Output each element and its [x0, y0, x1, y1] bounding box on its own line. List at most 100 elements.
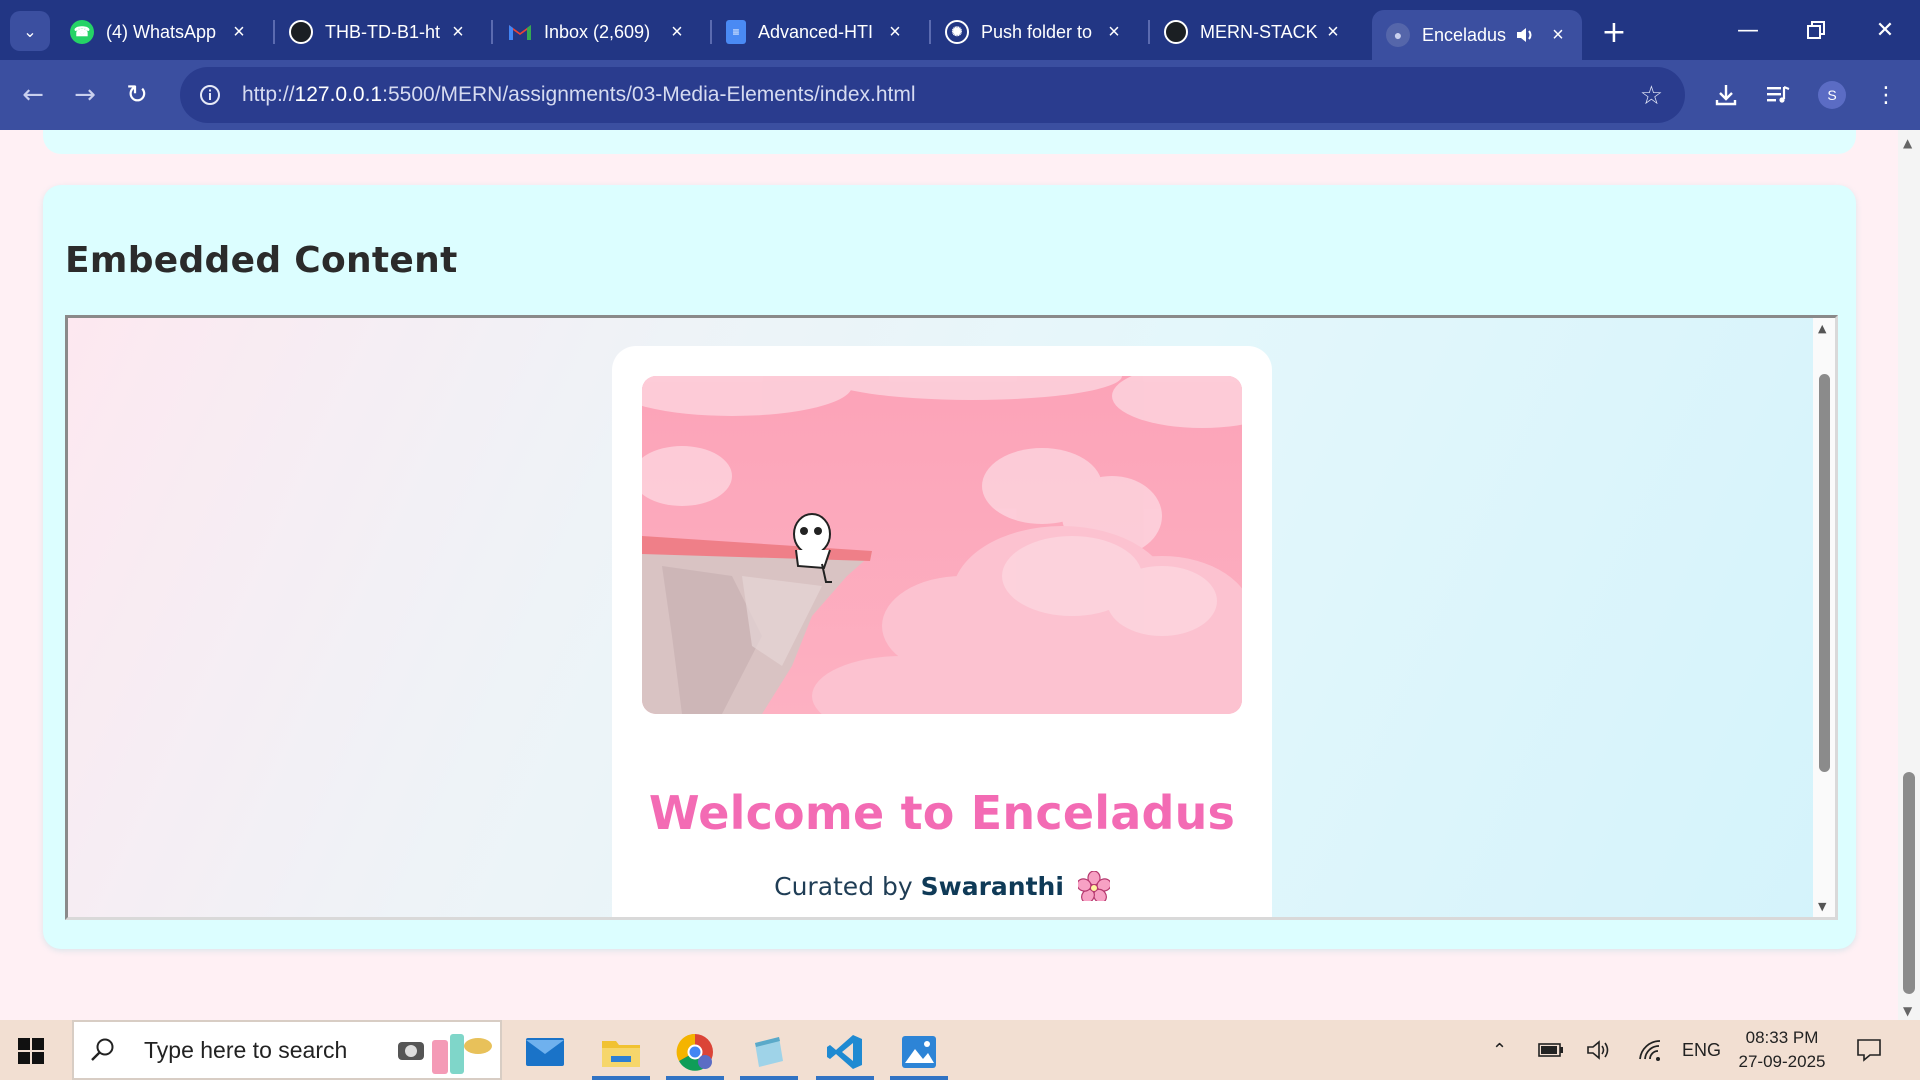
- restore-icon: [1807, 21, 1825, 39]
- github-icon: [1164, 20, 1188, 44]
- github-icon: [289, 20, 313, 44]
- close-icon[interactable]: ×: [446, 20, 470, 44]
- vscode-icon: [827, 1035, 862, 1069]
- tab-title: Advanced-HTI: [758, 21, 874, 42]
- bookmark-star-icon[interactable]: ☆: [1640, 81, 1663, 111]
- volume-control[interactable]: [1586, 1020, 1612, 1080]
- embedded-content-section: Embedded Content Welcome to Enceladus Cu…: [43, 185, 1856, 949]
- close-icon[interactable]: ×: [883, 20, 907, 44]
- system-clock[interactable]: 08:33 PM 27-09-2025: [1732, 1026, 1832, 1074]
- scroll-up-icon[interactable]: ▲: [1903, 136, 1912, 150]
- iframe-scrollbar[interactable]: ▲ ▼: [1813, 318, 1835, 917]
- taskbar-notes-app[interactable]: [736, 1024, 802, 1080]
- battery-icon: [1538, 1043, 1563, 1057]
- tab-whatsapp[interactable]: ☎ (4) WhatsApp ×: [56, 10, 263, 54]
- taskbar-mail[interactable]: [512, 1024, 578, 1080]
- wifi-icon: [1639, 1040, 1661, 1061]
- taskbar-chrome[interactable]: [662, 1024, 728, 1080]
- close-icon[interactable]: ×: [665, 20, 689, 44]
- scroll-up-icon[interactable]: ▲: [1818, 322, 1826, 335]
- scroll-down-icon[interactable]: ▼: [1903, 1004, 1912, 1018]
- url-text[interactable]: http://127.0.0.1:5500/MERN/assignments/0…: [242, 83, 916, 107]
- close-icon: ✕: [1875, 17, 1895, 43]
- new-tab-button[interactable]: +: [1596, 14, 1632, 50]
- scroll-down-icon[interactable]: ▼: [1818, 900, 1826, 913]
- page-viewport: Embedded Content Welcome to Enceladus Cu…: [0, 130, 1898, 1020]
- tab-gmail[interactable]: Inbox (2,609) ×: [494, 10, 701, 54]
- tab-github-thb[interactable]: THB-TD-B1-ht ×: [275, 10, 482, 54]
- folder-icon: [602, 1041, 640, 1067]
- mail-icon: [526, 1038, 564, 1066]
- windows-start-icon[interactable]: [18, 1038, 44, 1064]
- previous-section-card: [43, 130, 1856, 154]
- close-icon[interactable]: ×: [1546, 23, 1570, 47]
- back-button[interactable]: ←: [12, 74, 54, 116]
- browser-toolbar: ← → ↻ http://127.0.0.1:5500/MERN/assignm…: [0, 60, 1920, 130]
- tab-title: MERN-STACK: [1200, 21, 1318, 42]
- more-menu-icon[interactable]: ⋮: [1868, 77, 1904, 113]
- profile-avatar[interactable]: S: [1818, 81, 1846, 109]
- reload-button[interactable]: ↻: [116, 74, 158, 116]
- embedded-iframe[interactable]: Welcome to Enceladus Curated by Swaranth…: [65, 315, 1838, 920]
- close-icon[interactable]: ×: [1102, 20, 1126, 44]
- whatsapp-icon: ☎: [70, 20, 94, 44]
- chatgpt-icon: ✺: [945, 20, 969, 44]
- site-info-icon[interactable]: [192, 77, 228, 113]
- notification-center[interactable]: [1856, 1020, 1882, 1080]
- downloads-icon[interactable]: [1708, 77, 1744, 113]
- battery-indicator[interactable]: [1538, 1020, 1564, 1080]
- section-title: Embedded Content: [65, 240, 458, 281]
- chevron-down-icon: ⌄: [23, 21, 37, 41]
- arrow-left-icon: ←: [22, 80, 44, 110]
- active-indicator: [890, 1076, 948, 1080]
- photos-icon: [902, 1036, 936, 1068]
- tab-search-button[interactable]: ⌄: [10, 11, 50, 51]
- curator-name: Swaranthi: [920, 872, 1064, 901]
- windows-taskbar: Type here to search ⌃ ENG 08:33 PM 27-09…: [0, 1020, 1920, 1080]
- taskbar-file-explorer[interactable]: [588, 1024, 654, 1080]
- close-icon[interactable]: ×: [227, 20, 251, 44]
- tab-chatgpt[interactable]: ✺ Push folder to ×: [931, 10, 1138, 54]
- active-indicator: [666, 1076, 724, 1080]
- taskbar-search[interactable]: Type here to search: [72, 1020, 502, 1080]
- forward-button[interactable]: →: [64, 74, 106, 116]
- close-window-button[interactable]: ✕: [1855, 10, 1915, 50]
- page-scrollbar[interactable]: ▲ ▼: [1898, 130, 1920, 1020]
- browser-tabstrip: ⌄ ☎ (4) WhatsApp × THB-TD-B1-ht × Inbox …: [0, 0, 1920, 60]
- globe-icon: ●: [1386, 23, 1410, 47]
- taskbar-vscode[interactable]: [812, 1024, 878, 1080]
- tab-github-mern[interactable]: MERN-STACK ×: [1150, 10, 1357, 54]
- notification-icon: [1857, 1039, 1881, 1062]
- travel-doodle-icon: [398, 1034, 492, 1074]
- volume-icon: [1587, 1040, 1609, 1060]
- plus-icon: +: [1601, 14, 1627, 50]
- tab-title: Inbox (2,609): [544, 21, 651, 42]
- search-icon: [91, 1038, 114, 1061]
- search-placeholder: Type here to search: [144, 1036, 348, 1063]
- address-bar[interactable]: http://127.0.0.1:5500/MERN/assignments/0…: [180, 67, 1685, 123]
- taskbar-photos[interactable]: [886, 1024, 952, 1080]
- show-hidden-icons[interactable]: ⌃: [1492, 1020, 1507, 1080]
- url-host: 127.0.0.1: [294, 83, 383, 106]
- minimize-icon: —: [1737, 17, 1759, 43]
- clock-date: 27-09-2025: [1738, 1052, 1826, 1071]
- media-controls-icon[interactable]: [1760, 77, 1796, 113]
- close-icon[interactable]: ×: [1321, 20, 1345, 44]
- restore-button[interactable]: [1786, 10, 1846, 50]
- iframe-scroll-thumb[interactable]: [1819, 374, 1830, 772]
- page-scroll-thumb[interactable]: [1903, 772, 1915, 994]
- input-language[interactable]: ENG: [1682, 1020, 1721, 1080]
- network-status[interactable]: [1638, 1020, 1662, 1080]
- cherry-blossom-icon: [1077, 871, 1110, 901]
- active-indicator: [740, 1076, 798, 1080]
- tab-google-docs[interactable]: ≡ Advanced-HTI ×: [712, 10, 919, 54]
- welcome-card: Welcome to Enceladus Curated by Swaranth…: [612, 346, 1272, 917]
- curated-prefix: Curated by: [774, 872, 913, 901]
- minimize-button[interactable]: —: [1718, 10, 1778, 50]
- tab-title: (4) WhatsApp: [106, 21, 217, 42]
- speaker-icon[interactable]: [1514, 24, 1536, 46]
- clock-time: 08:33 PM: [1745, 1028, 1819, 1047]
- url-scheme: http://: [242, 83, 295, 106]
- tab-enceladus[interactable]: ● Enceladus ×: [1372, 10, 1582, 60]
- reload-icon: ↻: [126, 80, 148, 110]
